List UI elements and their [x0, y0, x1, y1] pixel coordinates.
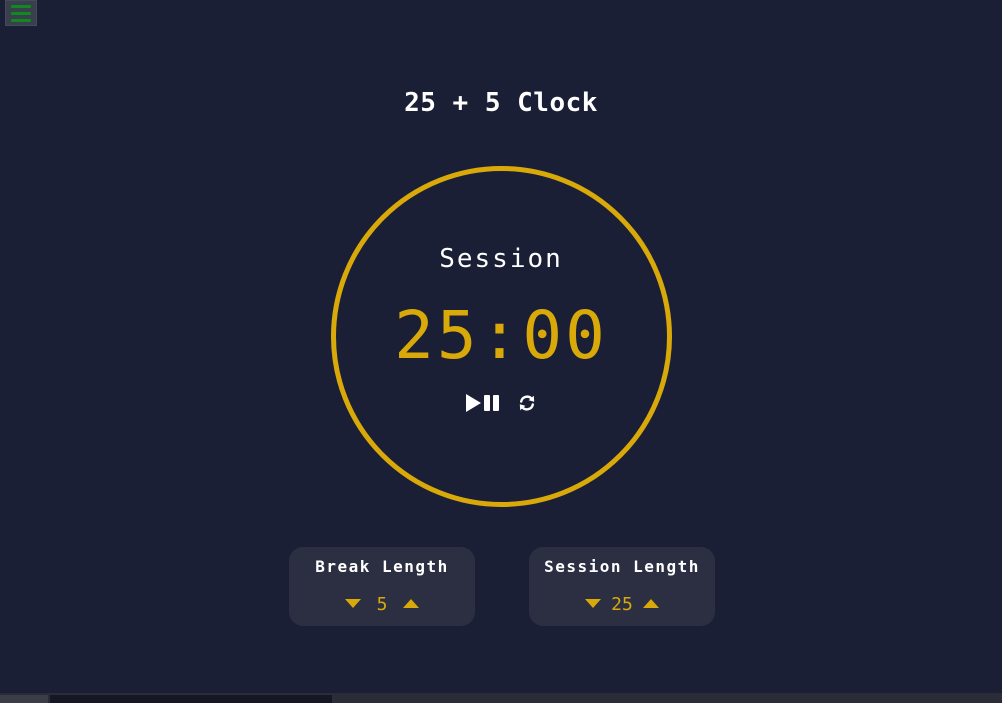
time-left: 25:00 [394, 297, 608, 374]
hamburger-icon-bar [11, 18, 31, 22]
hamburger-icon [11, 4, 31, 8]
session-length-controls: 25 [529, 591, 715, 617]
scrollbar-track-left [0, 695, 48, 703]
caret-up-icon [643, 599, 659, 608]
timer-controls [464, 390, 544, 416]
caret-down-icon [585, 599, 601, 608]
session-length-label: Session Length [544, 557, 700, 576]
break-length-panel: Break Length 5 [289, 547, 475, 626]
session-length-panel: Session Length 25 [529, 547, 715, 626]
break-increment-button[interactable] [403, 596, 419, 612]
timer-label: Session [439, 244, 563, 274]
refresh-icon [519, 395, 535, 411]
play-pause-icon [466, 394, 499, 412]
caret-down-icon [345, 599, 361, 608]
break-length-controls: 5 [289, 591, 475, 617]
caret-up-icon [403, 599, 419, 608]
hamburger-icon-bar [11, 11, 31, 15]
reset-button[interactable] [518, 394, 536, 412]
page-title: 25 + 5 Clock [404, 88, 598, 118]
break-length-label: Break Length [315, 557, 449, 576]
menu-toggle-button[interactable] [5, 0, 37, 26]
session-increment-button[interactable] [643, 596, 659, 612]
session-length-value: 25 [611, 593, 633, 615]
break-decrement-button[interactable] [345, 596, 361, 612]
scrollbar-thumb[interactable] [50, 695, 332, 703]
start-stop-button[interactable] [466, 394, 500, 412]
app-page: 25 + 5 Clock Session 25:00 Break Length [0, 0, 1002, 703]
horizontal-scrollbar[interactable] [0, 693, 1002, 703]
break-length-value: 5 [376, 593, 388, 615]
session-decrement-button[interactable] [585, 596, 601, 612]
